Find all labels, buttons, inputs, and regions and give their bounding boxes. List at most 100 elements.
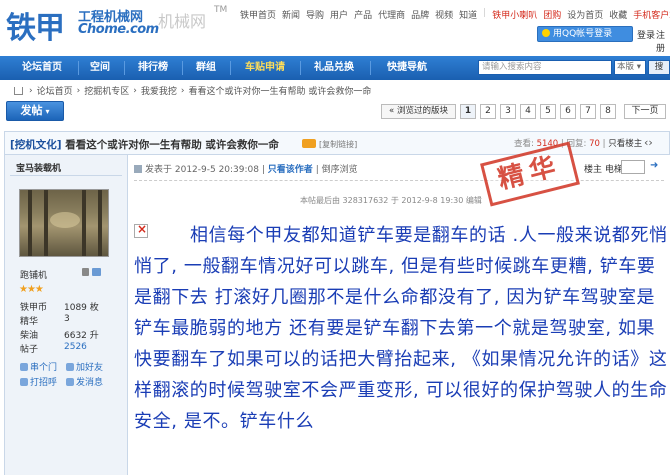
stat-label: 柴油 bbox=[20, 331, 39, 341]
nav-gift-exchange[interactable]: 礼品兑换 bbox=[304, 56, 364, 80]
author-rank: 跑铺机 bbox=[20, 271, 48, 281]
only-author-link[interactable]: 只看该作者 bbox=[268, 165, 313, 175]
stat-label: 精华 bbox=[20, 317, 39, 327]
top-link-mobile[interactable]: 手机客户端 bbox=[633, 8, 670, 21]
rank-stars: ★★★ bbox=[19, 284, 44, 295]
top-links: 铁甲首页 新闻 导购 用户 产品 代理商 品牌 视频 知道 | 铁甲小喇叭 团购… bbox=[240, 8, 670, 21]
crumb-sep: › bbox=[133, 85, 137, 96]
reverse-order-link[interactable]: 倒序浏览 bbox=[322, 165, 358, 175]
top-link-horn[interactable]: 铁甲小喇叭 bbox=[492, 8, 537, 21]
stat-value: 6632 升 bbox=[64, 331, 99, 341]
page-button[interactable]: 4 bbox=[520, 104, 536, 119]
search-scope-label: 本版 bbox=[617, 62, 635, 72]
stat-label: 帖子 bbox=[20, 345, 39, 355]
post-date: 发表于 2012-9-5 20:39:08 bbox=[145, 165, 259, 175]
digest-icon bbox=[302, 139, 316, 148]
send-message-button[interactable]: 发消息 bbox=[66, 375, 103, 388]
page-button[interactable]: 5 bbox=[540, 104, 556, 119]
page-button[interactable]: 3 bbox=[500, 104, 516, 119]
thread-category[interactable]: [挖机文化] bbox=[10, 139, 62, 151]
nav-divider bbox=[370, 61, 371, 75]
views-label: 查看: bbox=[514, 139, 534, 149]
top-link-favorite[interactable]: 收藏 bbox=[609, 8, 627, 21]
mobile-icon bbox=[82, 266, 104, 278]
home-icon[interactable] bbox=[14, 86, 23, 95]
top-link[interactable]: 知道 bbox=[459, 8, 477, 21]
nav-divider bbox=[182, 61, 183, 75]
site-header: 铁甲 工程机械网 Chome.com 机械网 TM 铁甲首页 新闻 导购 用户 … bbox=[0, 0, 670, 56]
add-friend-button[interactable]: 加好友 bbox=[66, 360, 103, 373]
avatar-detail bbox=[44, 190, 48, 256]
search-scope-select[interactable]: 本版 ▾ bbox=[614, 60, 646, 75]
nav-sticker-apply[interactable]: 车贴申请 bbox=[236, 56, 294, 80]
crumb-forum-home[interactable]: 论坛首页 bbox=[37, 84, 73, 97]
nav-space[interactable]: 空间 bbox=[80, 56, 120, 80]
page-button[interactable]: 2 bbox=[480, 104, 496, 119]
broken-image-icon bbox=[134, 222, 148, 238]
copy-link-button[interactable]: [复制链接] bbox=[319, 139, 357, 150]
divider bbox=[134, 180, 664, 181]
search-button[interactable]: 搜 bbox=[648, 60, 670, 75]
visit-button[interactable]: 串个门 bbox=[20, 360, 57, 373]
stat-value-posts[interactable]: 2526 bbox=[64, 342, 87, 352]
page-button[interactable]: 6 bbox=[560, 104, 576, 119]
login-link[interactable]: 登录 bbox=[637, 28, 655, 41]
jump-arrow-icon[interactable]: ➜ bbox=[650, 160, 658, 171]
logo-watermark: 机械网 bbox=[158, 12, 207, 31]
crumb-board[interactable]: 我爱我挖 bbox=[141, 84, 177, 97]
avatar[interactable] bbox=[19, 189, 109, 257]
nav-divider bbox=[124, 61, 125, 75]
top-link[interactable]: 导购 bbox=[306, 8, 324, 21]
next-page-button[interactable]: 下一页 bbox=[624, 104, 666, 119]
qq-login-button[interactable]: 用QQ帐号登录 bbox=[537, 26, 633, 42]
breadcrumb: › 论坛首页 › 挖掘机专区 › 我爱我挖 › 看看这个或许对你一生有帮助 或许… bbox=[14, 84, 371, 97]
crumb-excavator[interactable]: 挖掘机专区 bbox=[84, 84, 129, 97]
nav-groups[interactable]: 群组 bbox=[186, 56, 226, 80]
avatar-detail bbox=[82, 190, 86, 256]
register-link[interactable]: 注册 bbox=[656, 28, 670, 54]
page-button[interactable]: 1 bbox=[460, 104, 476, 119]
page-button[interactable]: 8 bbox=[600, 104, 616, 119]
search-input[interactable]: 请输入搜索内容 bbox=[478, 60, 612, 75]
nav-forum-home[interactable]: 论坛首页 bbox=[8, 56, 76, 80]
thread-title-text: 看看这个或许对你一生有帮助 或许会救你一命 bbox=[65, 139, 279, 151]
top-link[interactable]: 铁甲首页 bbox=[240, 8, 276, 21]
top-link-groupbuy[interactable]: 团购 bbox=[543, 8, 561, 21]
crumb-sep: › bbox=[180, 85, 185, 96]
top-link[interactable]: 代理商 bbox=[378, 8, 405, 21]
author-name[interactable]: 宝马装载机 bbox=[16, 161, 61, 174]
only-op-link[interactable]: 只看楼主 bbox=[608, 139, 642, 149]
divider bbox=[10, 175, 122, 176]
stat-value: 3 bbox=[64, 314, 70, 324]
crumb-sep: › bbox=[76, 85, 81, 96]
browsed-boards-button[interactable]: « 浏览过的版块 bbox=[381, 104, 456, 119]
top-link-sethome[interactable]: 设为首页 bbox=[567, 8, 603, 21]
stat-label: 铁甲币 bbox=[20, 303, 48, 313]
online-status-icon bbox=[134, 165, 142, 173]
avatar-detail bbox=[98, 190, 102, 256]
new-post-button[interactable]: 发帖 bbox=[6, 101, 64, 121]
top-link[interactable]: 视频 bbox=[435, 8, 453, 21]
top-link[interactable]: 产品 bbox=[354, 8, 372, 21]
thread-stats: 查看: 5140 | 回复: 70 | 只看楼主 bbox=[514, 137, 642, 149]
floor-label: 楼主 bbox=[584, 165, 603, 175]
avatar-detail bbox=[50, 212, 80, 228]
nav-divider bbox=[300, 61, 301, 75]
meta-sep: | bbox=[315, 165, 319, 175]
top-link[interactable]: 品牌 bbox=[411, 8, 429, 21]
avatar-detail bbox=[28, 190, 32, 256]
top-link[interactable]: 用户 bbox=[330, 8, 348, 21]
greet-button[interactable]: 打招呼 bbox=[20, 375, 57, 388]
prev-next-thread-icon[interactable]: ‹› bbox=[644, 136, 653, 149]
page-button[interactable]: 7 bbox=[580, 104, 596, 119]
stat-value: 1089 枚 bbox=[64, 303, 99, 313]
post-body: 相信每个甲友都知道铲车要是翻车的话 .人一般来说都死悄悄了, 一般翻车情况好可以… bbox=[134, 225, 668, 432]
top-link[interactable]: 新闻 bbox=[282, 8, 300, 21]
nav-ranking[interactable]: 排行榜 bbox=[128, 56, 178, 80]
thread-title: [挖机文化] 看看这个或许对你一生有帮助 或许会救你一命 bbox=[10, 137, 279, 152]
floor-jump-input[interactable] bbox=[621, 160, 645, 174]
nav-quick-nav[interactable]: 快捷导航 bbox=[374, 56, 440, 80]
logo-url: Chome.com bbox=[78, 22, 159, 37]
replies-count: 70 bbox=[589, 139, 600, 149]
site-logo[interactable]: 铁甲 bbox=[6, 3, 65, 47]
